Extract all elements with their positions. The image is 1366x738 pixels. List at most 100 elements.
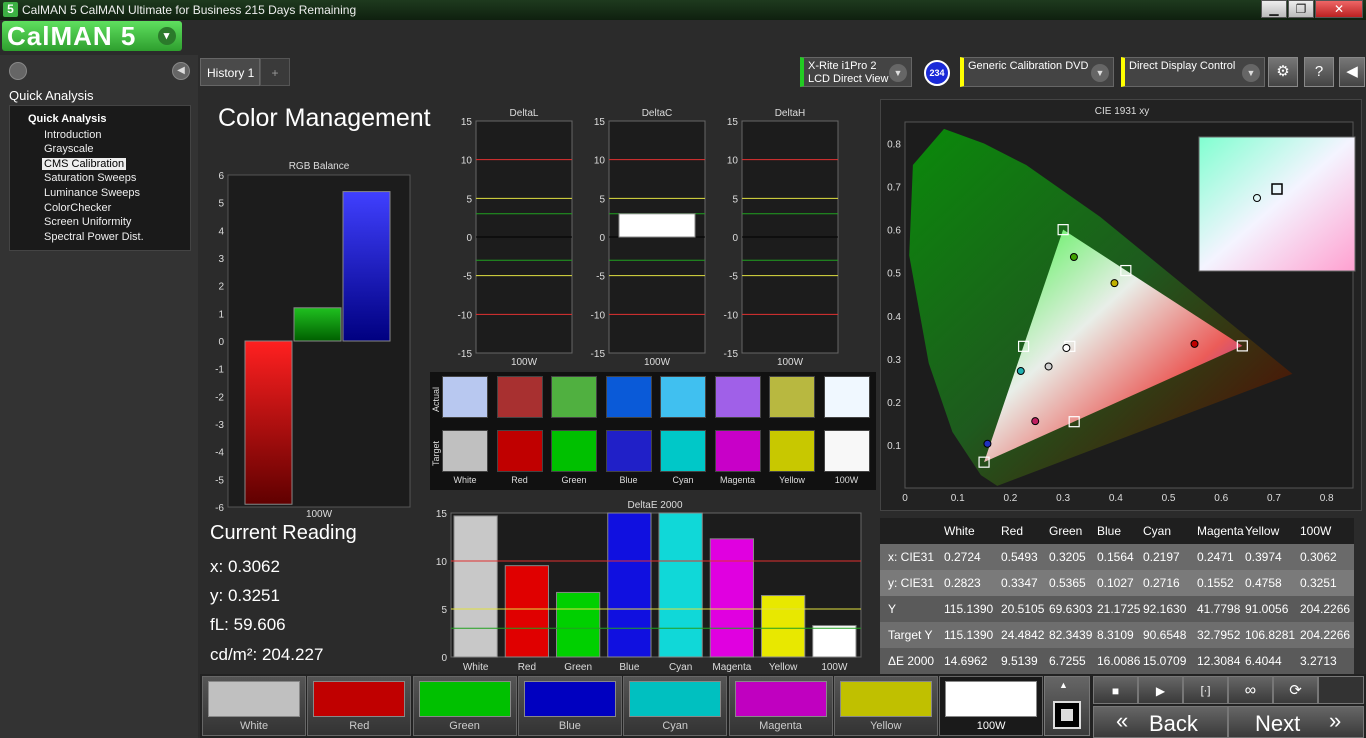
table-cell: 0.3062 (1300, 550, 1337, 564)
logo-dropdown-icon[interactable]: ▾ (158, 27, 176, 45)
close-button[interactable]: ✕ (1315, 0, 1363, 18)
table-row: ΔE 2000 14.6962 9.5139 6.7255 16.0086 15.0709… (880, 648, 1354, 674)
cie-xtick: 0 (902, 493, 908, 504)
delta-tick-label: 10 (594, 156, 606, 167)
rgb-tick-label: -1 (215, 365, 224, 376)
swatch-label: Magenta (719, 475, 756, 485)
deltae-category-label: Yellow (769, 662, 798, 672)
delta-tick-label: -5 (463, 272, 472, 283)
chevron-down-icon[interactable]: ▼ (889, 64, 907, 82)
chevron-down-icon[interactable]: ▼ (1242, 64, 1260, 82)
swatch-label: White (453, 475, 477, 485)
patch-scroll[interactable]: ▲ (1044, 676, 1090, 736)
play-button[interactable]: ▶ (1138, 676, 1183, 704)
patch-button-white[interactable]: White (202, 676, 306, 736)
source-selector[interactable]: Generic Calibration DVD ▼ (960, 57, 1114, 87)
tree-item-introduction[interactable]: Introduction (42, 129, 103, 141)
delta-bar (618, 213, 696, 238)
measured-marker (1016, 367, 1025, 376)
table-cell: 204.2266 (1300, 602, 1351, 616)
meter-badge[interactable]: 234 (924, 60, 950, 86)
record-icon[interactable] (9, 62, 27, 80)
deltae-category-label: Green (564, 662, 592, 672)
table-cell: 69.6303 (1049, 602, 1093, 616)
table-cell: Target Y (888, 628, 933, 642)
tree-item-spectral-power[interactable]: Spectral Power Dist. (42, 231, 146, 243)
patch-label: Green (449, 720, 480, 732)
add-tab-button[interactable]: + (260, 58, 290, 86)
target-swatch-blue (605, 430, 652, 472)
rgb-tick-label: 4 (218, 226, 224, 237)
cie-chart: 0 0.1 0.2 0.3 0.4 0.5 0.6 0.7 0.8 0.8 0.7 0.6 0.5 0.4… (887, 121, 1356, 504)
patch-label: White (239, 720, 269, 732)
measurement-table: White Red Green Blue Cyan Magenta Yellow 100W x:… (880, 516, 1362, 674)
stop-square-icon[interactable] (1053, 701, 1081, 729)
patch-button-blue[interactable]: Blue (517, 676, 622, 736)
loop-icon: ∞ (1244, 682, 1257, 699)
patch-button-yellow[interactable]: Yellow (833, 676, 938, 736)
reading-fl: fL: 59.606 (210, 615, 286, 634)
display-selector[interactable]: Direct Display Control ▼ (1121, 57, 1265, 87)
display-name: Direct Display Control (1129, 60, 1236, 72)
tree-root[interactable]: Quick Analysis (28, 113, 106, 125)
collapse-button[interactable]: ◀ (1339, 57, 1365, 87)
settings-button[interactable]: ⚙ (1268, 57, 1298, 87)
tree-item-luminance-sweeps[interactable]: Luminance Sweeps (42, 187, 142, 199)
tab-history-1[interactable]: History 1 (200, 58, 260, 86)
tree-item-cms-calibration[interactable]: CMS Calibration (42, 158, 127, 170)
reading-y: y: 0.3251 (210, 586, 280, 605)
table-cell: 14.6962 (944, 654, 988, 668)
delta-tick-label: 15 (594, 118, 606, 128)
delta-tick-label: 5 (732, 194, 738, 205)
page-title: Color Management (218, 104, 431, 132)
swatch-label: 100W (834, 475, 859, 485)
table-cell: 0.5493 (1001, 550, 1038, 564)
table-cell: 0.1564 (1097, 550, 1134, 564)
chevron-down-icon[interactable]: ▼ (1091, 64, 1109, 82)
fit-button[interactable]: [·] (1183, 676, 1228, 704)
table-cell: 0.3205 (1049, 550, 1086, 564)
collapse-sidebar-icon[interactable]: ◀ (172, 62, 190, 80)
tree-item-screen-uniformity[interactable]: Screen Uniformity (42, 216, 133, 228)
loop-button[interactable]: ∞ (1228, 676, 1273, 704)
calman-logo[interactable]: CalMAN 5 ▾ (2, 21, 182, 51)
cie-xtick: 0.5 (1162, 493, 1176, 504)
deltae-bar-white (453, 515, 498, 658)
table-row: Target Y 115.1390 24.4842 82.3439 8.3109 90.6… (880, 622, 1354, 648)
refresh-button[interactable]: ⟳ (1273, 676, 1318, 704)
actual-swatch-cyan (660, 376, 706, 418)
bar-blue (342, 191, 391, 342)
table-cell: 100W (1300, 524, 1332, 538)
tree-item-colorchecker[interactable]: ColorChecker (42, 202, 113, 214)
help-button[interactable]: ? (1304, 57, 1334, 87)
patch-button-100w[interactable]: 100W (939, 676, 1044, 736)
up-arrow-icon[interactable]: ▲ (1059, 680, 1068, 690)
rgb-tick-label: 6 (218, 172, 224, 182)
target-swatch-magenta (714, 430, 761, 472)
maximize-button[interactable]: ❐ (1288, 0, 1314, 18)
deltae-bar-green (556, 591, 601, 658)
measured-marker (1110, 279, 1119, 288)
tree-item-saturation-sweeps[interactable]: Saturation Sweeps (42, 172, 138, 184)
refresh-icon: ⟳ (1289, 682, 1302, 699)
table-cell: Cyan (1143, 524, 1172, 538)
delta-charts: 15 10 5 0 -5 -10 -15 100W 15 10 5 0 -5 -10 -15 100W 15 10… (458, 118, 839, 368)
patch-button-green[interactable]: Green (412, 676, 517, 736)
meter-selector[interactable]: X-Rite i1Pro 2 LCD Direct View ▼ (800, 57, 912, 87)
patch-button-red[interactable]: Red (307, 676, 412, 736)
table-cell: 32.7952 (1197, 628, 1241, 642)
next-button[interactable]: Next » (1228, 706, 1364, 738)
window-title: CalMAN 5 CalMAN Ultimate for Business 21… (22, 3, 357, 17)
measured-marker (983, 439, 992, 448)
table-cell: 0.4758 (1245, 576, 1282, 590)
back-button[interactable]: « Back (1093, 706, 1228, 738)
stop-button[interactable]: ■ (1093, 676, 1138, 704)
patch-button-magenta[interactable]: Magenta (728, 676, 833, 736)
table-cell: Y (888, 602, 897, 616)
patch-button-cyan[interactable]: Cyan (623, 676, 728, 736)
minimize-button[interactable]: ▁ (1261, 0, 1287, 18)
cie-xtick: 0.1 (951, 493, 965, 504)
table-cell: 16.0086 (1097, 654, 1141, 668)
tree-item-grayscale[interactable]: Grayscale (42, 143, 96, 155)
spare-button[interactable] (1318, 676, 1364, 704)
